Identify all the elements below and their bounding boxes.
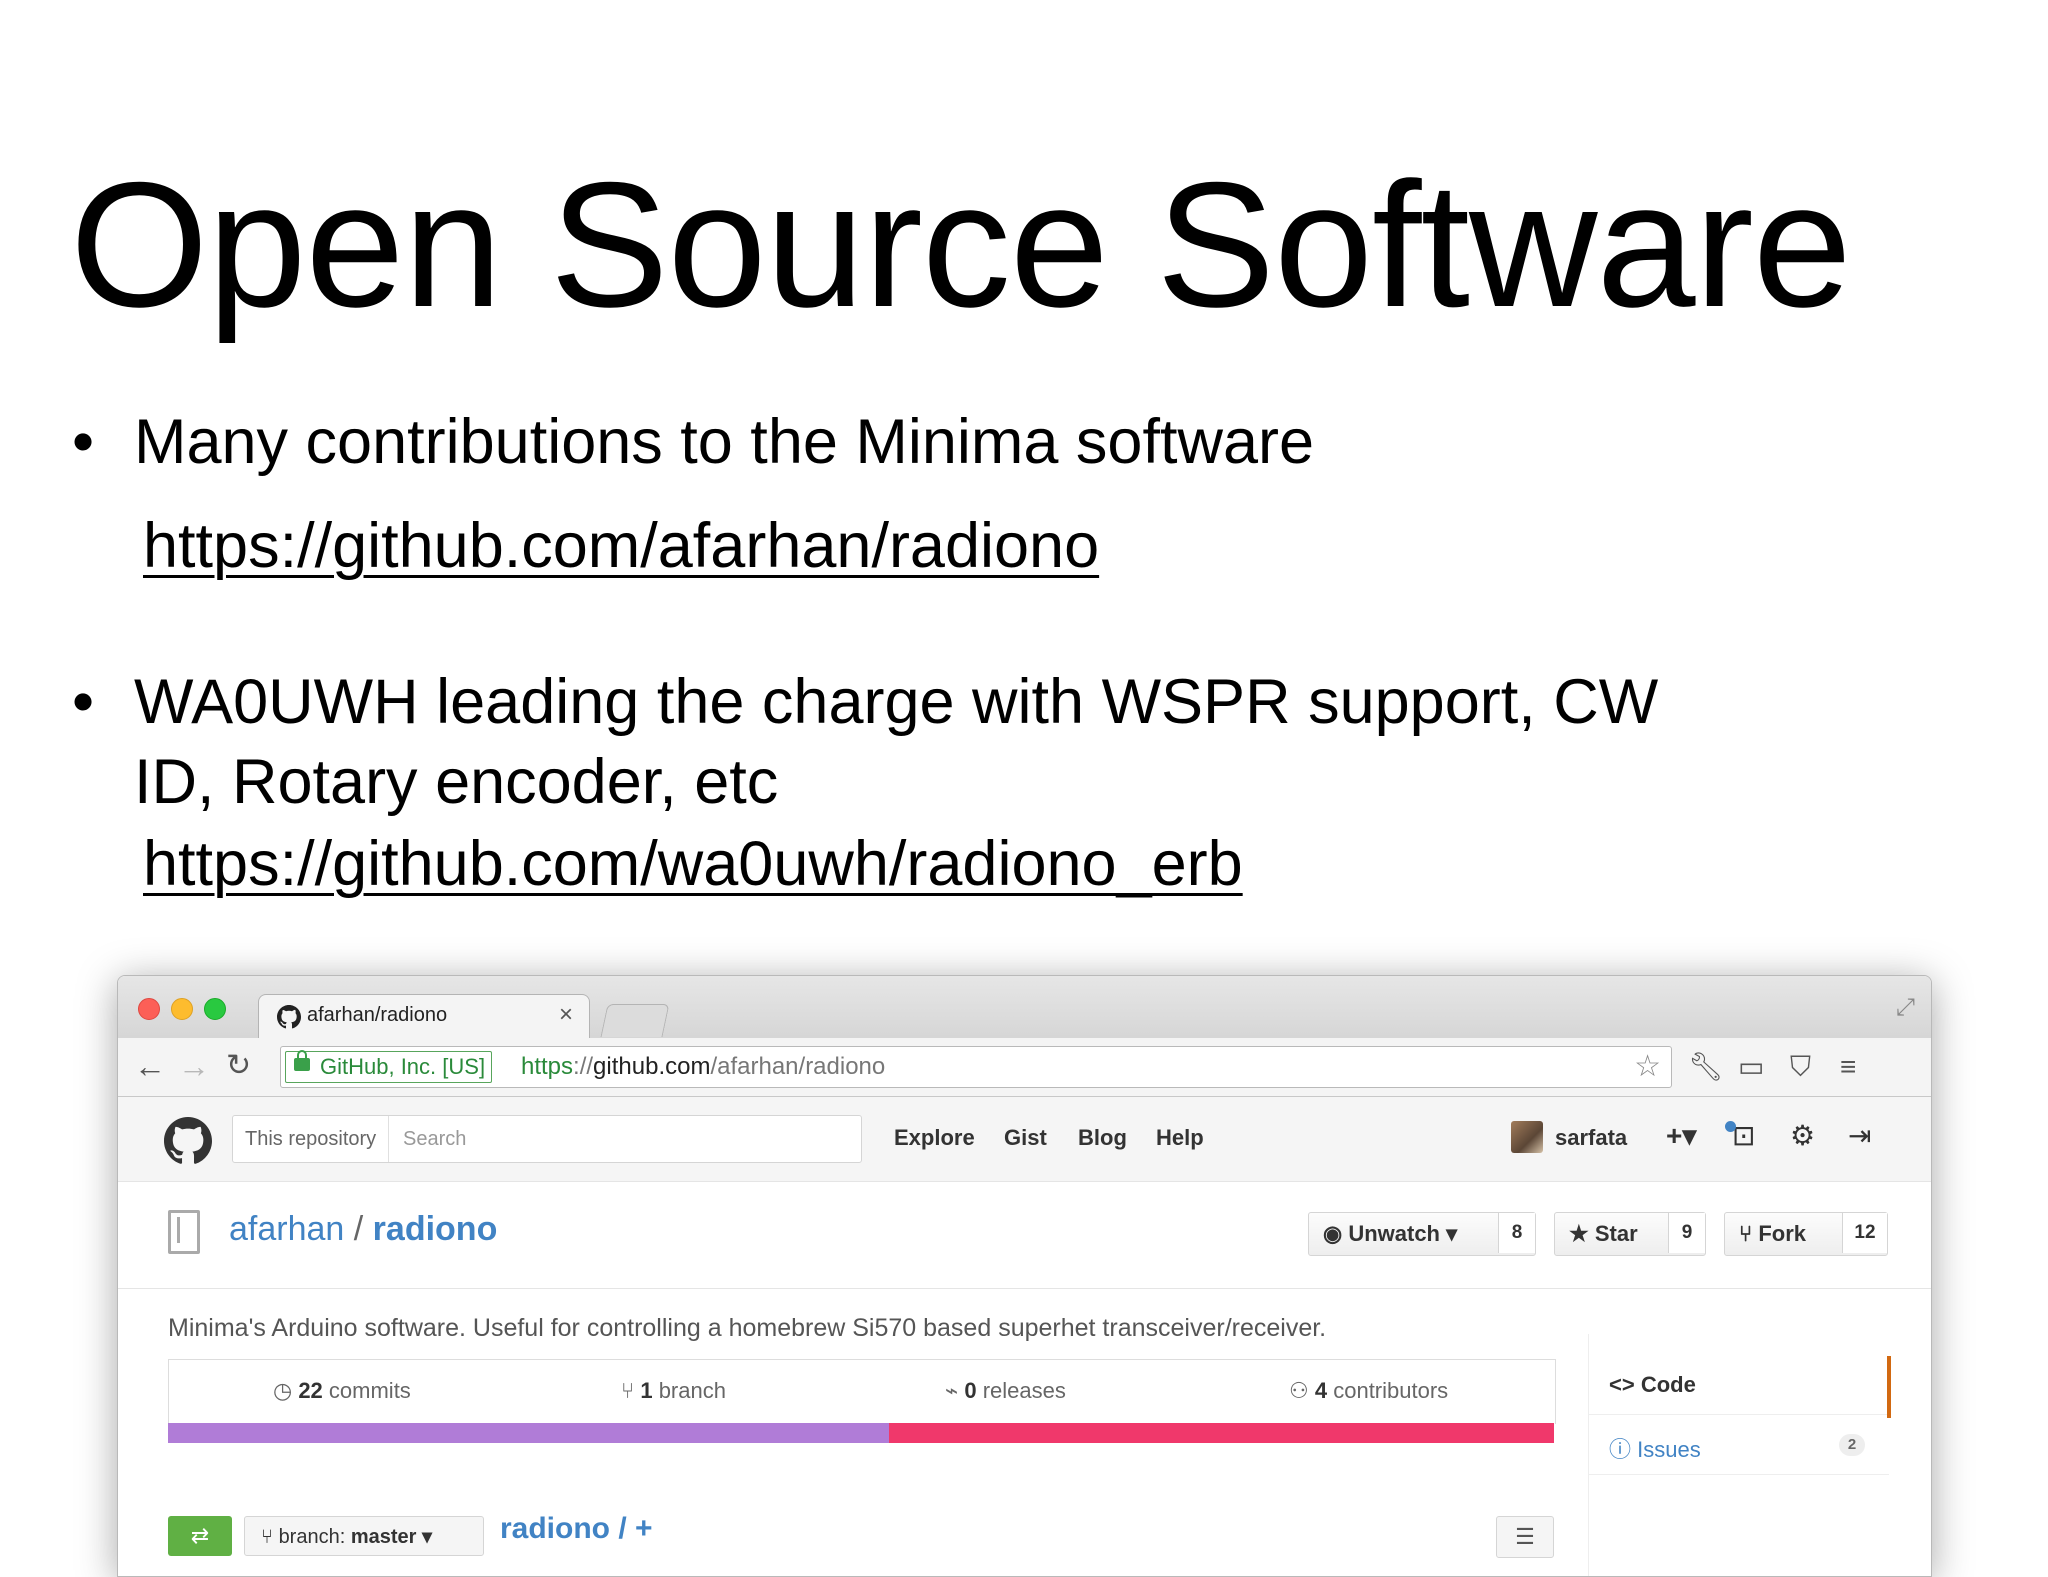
url-path: /afarhan/radiono bbox=[710, 1053, 886, 1080]
history-icon: ◷ bbox=[273, 1378, 299, 1403]
radiono-erb-link[interactable]: https://github.com/wa0uwh/radiono_erb bbox=[143, 824, 1243, 904]
bullet-2-text-line2: ID, Rotary encoder, etc bbox=[134, 747, 779, 817]
search-input[interactable] bbox=[401, 1124, 845, 1154]
avatar[interactable] bbox=[1511, 1121, 1543, 1153]
nav-blog[interactable]: Blog bbox=[1078, 1125, 1127, 1151]
github-search[interactable]: This repository bbox=[232, 1115, 862, 1163]
menu-icon[interactable]: ≡ bbox=[1840, 1050, 1856, 1084]
back-arrow-icon[interactable]: ← bbox=[134, 1048, 166, 1084]
branch-stat[interactable]: ⑂ 1 branch bbox=[621, 1378, 726, 1404]
branch-icon: ⑂ bbox=[261, 1526, 279, 1548]
bullet-2-text-line1: WA0UWH leading the charge with WSPR supp… bbox=[134, 667, 1659, 737]
repo-title: afarhan / radiono bbox=[229, 1210, 497, 1249]
browser-window: afarhan/radiono × ⤢ ← → ↻ GitHub, Inc. [… bbox=[117, 975, 1932, 1577]
lock-icon bbox=[294, 1050, 310, 1071]
tag-icon: ⌁ bbox=[945, 1378, 965, 1403]
url-host: github.com bbox=[593, 1053, 711, 1080]
unwatch-button[interactable]: ◉ Unwatch ▾ 8 bbox=[1308, 1212, 1536, 1256]
language-segment-1 bbox=[168, 1423, 889, 1443]
forward-arrow-icon[interactable]: → bbox=[178, 1048, 210, 1084]
tab-issues[interactable]: ⓘ Issues 2 bbox=[1589, 1416, 1889, 1475]
ev-badge-text: GitHub, Inc. [US] bbox=[320, 1054, 486, 1079]
cast-icon[interactable]: ▭ bbox=[1738, 1050, 1764, 1084]
create-new-icon[interactable]: +▾ bbox=[1666, 1119, 1696, 1152]
repo-name-link[interactable]: radiono bbox=[373, 1210, 498, 1248]
star-button[interactable]: ★ Star 9 bbox=[1554, 1212, 1706, 1256]
ev-certificate-badge[interactable]: GitHub, Inc. [US] bbox=[285, 1050, 493, 1083]
settings-gear-icon[interactable]: ⚙ bbox=[1790, 1119, 1815, 1152]
pocket-icon[interactable]: ⛉ bbox=[1790, 1050, 1811, 1084]
nav-help[interactable]: Help bbox=[1156, 1125, 1204, 1151]
repo-sidebar-nav: <> Code ⓘ Issues 2 bbox=[1588, 1334, 1891, 1576]
issue-icon: ⓘ bbox=[1609, 1437, 1638, 1462]
notification-dot bbox=[1725, 1121, 1736, 1132]
issues-label: ⓘ Issues bbox=[1609, 1437, 1701, 1462]
repo-stats: ◷ 22 commits ⑂ 1 branch ⌁ 0 releases ⚇ 4… bbox=[168, 1359, 1556, 1424]
path-breadcrumb[interactable]: radiono / + bbox=[500, 1512, 653, 1546]
bullet-marker: • bbox=[72, 407, 95, 477]
star-icon[interactable]: ☆ bbox=[1634, 1049, 1661, 1084]
close-window-button[interactable] bbox=[138, 998, 160, 1020]
compare-review-button[interactable]: ⇄ bbox=[168, 1516, 232, 1556]
language-bar[interactable] bbox=[168, 1423, 1554, 1443]
address-bar[interactable]: GitHub, Inc. [US] https://github.com/afa… bbox=[280, 1046, 1672, 1088]
releases-stat[interactable]: ⌁ 0 releases bbox=[945, 1378, 1066, 1404]
browser-tab[interactable]: afarhan/radiono × bbox=[258, 994, 590, 1039]
minimize-window-button[interactable] bbox=[171, 998, 193, 1020]
bullet-marker: • bbox=[72, 667, 95, 737]
branch-icon: ⑂ bbox=[621, 1378, 641, 1403]
url-text: https://github.com/afarhan/radiono bbox=[521, 1053, 885, 1081]
search-scope-label[interactable]: This repository bbox=[233, 1116, 390, 1162]
forks-count[interactable]: 12 bbox=[1842, 1213, 1887, 1253]
tab-close-icon[interactable]: × bbox=[559, 1001, 573, 1029]
repo-icon bbox=[168, 1210, 200, 1254]
stars-count[interactable]: 9 bbox=[1668, 1213, 1705, 1253]
star-filled-icon: ★ bbox=[1569, 1221, 1595, 1246]
github-header: This repository Explore Gist Blog Help s… bbox=[118, 1097, 1931, 1182]
fork-button[interactable]: ⑂ Fork 12 bbox=[1724, 1212, 1888, 1256]
repo-description: Minima's Arduino software. Useful for co… bbox=[168, 1314, 1327, 1342]
list-view-icon[interactable]: ☰ bbox=[1496, 1516, 1554, 1558]
repo-owner-link[interactable]: afarhan bbox=[229, 1210, 344, 1248]
fork-label: ⑂ Fork bbox=[1739, 1221, 1806, 1246]
fullscreen-icon[interactable]: ⤢ bbox=[1896, 994, 1915, 1022]
people-icon: ⚇ bbox=[1289, 1378, 1315, 1403]
eye-icon: ◉ bbox=[1323, 1221, 1349, 1246]
reload-icon[interactable]: ↻ bbox=[226, 1048, 251, 1084]
tab-code[interactable]: <> Code bbox=[1589, 1356, 1891, 1418]
commits-stat[interactable]: ◷ 22 commits bbox=[273, 1378, 411, 1404]
repo-header: afarhan / radiono ◉ Unwatch ▾ 8 ★ Star 9… bbox=[118, 1182, 1931, 1289]
unwatch-label: ◉ Unwatch ▾ bbox=[1323, 1221, 1458, 1246]
star-label: ★ Star bbox=[1569, 1221, 1638, 1246]
branch-select[interactable]: ⑂ branch: master ▾ bbox=[244, 1516, 484, 1556]
slide-title: Open Source Software bbox=[70, 145, 1852, 344]
new-tab-button[interactable] bbox=[600, 1004, 670, 1037]
nav-gist[interactable]: Gist bbox=[1004, 1125, 1047, 1151]
github-logo-icon[interactable] bbox=[164, 1117, 212, 1165]
tab-bar: afarhan/radiono × ⤢ bbox=[118, 976, 1931, 1039]
zoom-window-button[interactable] bbox=[204, 998, 226, 1020]
repo-title-separator: / bbox=[344, 1210, 373, 1248]
issues-count: 2 bbox=[1839, 1434, 1865, 1456]
url-sep: :// bbox=[573, 1053, 594, 1080]
nav-explore[interactable]: Explore bbox=[894, 1125, 975, 1151]
wrench-icon[interactable]: 🔧︎ bbox=[1688, 1050, 1724, 1084]
contributors-stat[interactable]: ⚇ 4 contributors bbox=[1289, 1378, 1448, 1404]
browser-toolbar: ← → ↻ GitHub, Inc. [US] https://github.c… bbox=[118, 1038, 1931, 1097]
language-segment-2 bbox=[889, 1423, 1554, 1443]
bullet-1-text: Many contributions to the Minima softwar… bbox=[134, 407, 1315, 477]
fork-icon: ⑂ bbox=[1739, 1221, 1759, 1246]
watchers-count[interactable]: 8 bbox=[1498, 1213, 1535, 1253]
code-label: <> Code bbox=[1609, 1372, 1696, 1397]
username[interactable]: sarfata bbox=[1555, 1125, 1627, 1151]
sign-out-icon[interactable]: ⇥ bbox=[1848, 1119, 1871, 1152]
code-icon: <> bbox=[1609, 1372, 1641, 1397]
tab-title: afarhan/radiono bbox=[307, 1004, 448, 1026]
radiono-link[interactable]: https://github.com/afarhan/radiono bbox=[143, 506, 1099, 586]
url-scheme: https bbox=[521, 1053, 574, 1080]
github-octocat-icon bbox=[277, 1005, 301, 1029]
